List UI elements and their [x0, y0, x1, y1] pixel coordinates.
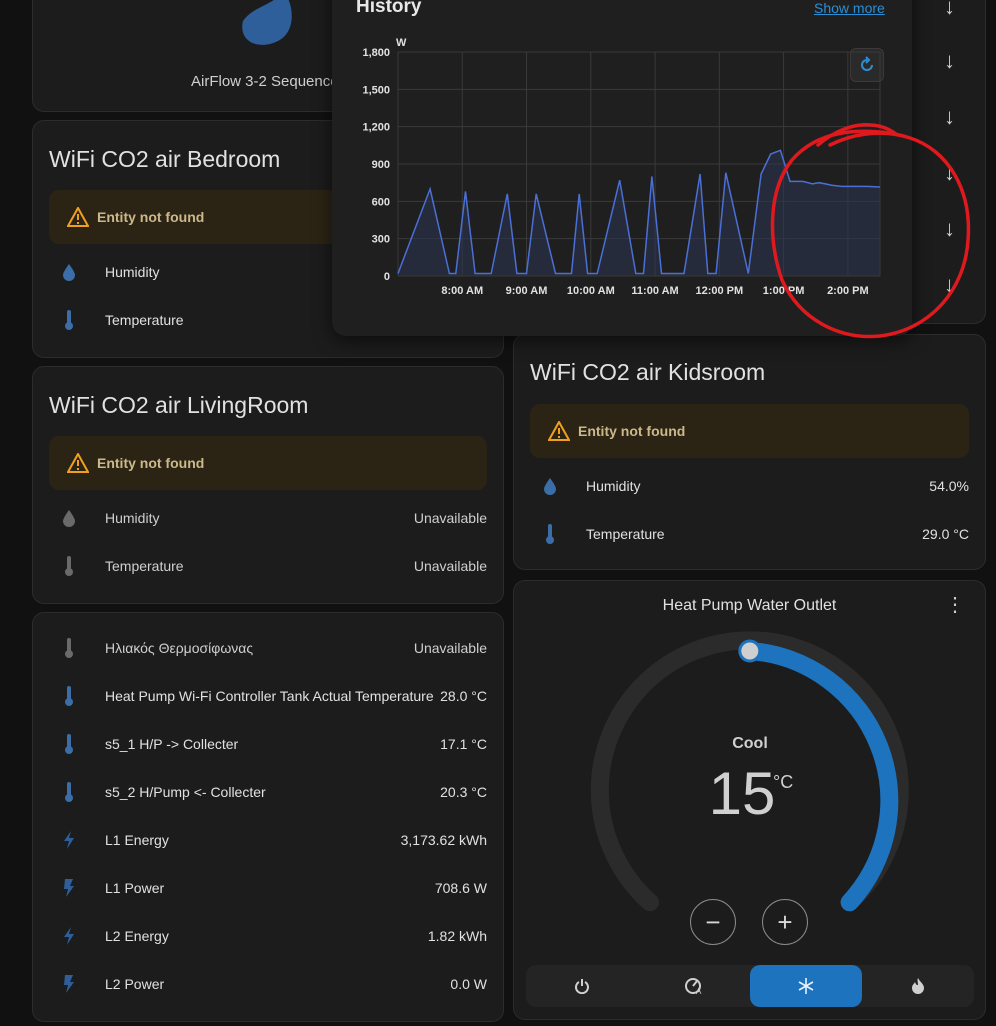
kidsroom-title: WiFi CO2 air Kidsroom	[530, 359, 766, 385]
x-tick-label: 9:00 AM	[506, 285, 548, 297]
entity-row[interactable]: Temperature 29.0 °C	[530, 510, 969, 558]
entity-value: 20.3 °C	[440, 784, 487, 800]
thermometer-icon	[65, 734, 73, 754]
entity-row[interactable]: s5_2 H/Pump <- Collecter 20.3 °C	[49, 768, 487, 816]
lightning-icon	[64, 831, 74, 849]
mode-cool-button[interactable]	[750, 965, 862, 1007]
entity-value: 1.82 kWh	[427, 928, 487, 944]
entity-value: Unavailable	[413, 510, 487, 526]
entity-name: L1 Power	[105, 880, 165, 896]
entity-row[interactable]: L1 Energy 3,173.62 kWh	[49, 816, 487, 864]
y-tick-label: 0	[384, 271, 390, 283]
x-tick-label: 8:00 AM	[441, 285, 483, 297]
thermostat-title: Heat Pump Water Outlet	[662, 597, 837, 614]
entity-name: L1 Energy	[105, 832, 169, 848]
entity-value: 17.1 °C	[440, 736, 487, 752]
thermometer-icon	[65, 782, 73, 802]
entity-row[interactable]: L2 Energy 1.82 kWh	[49, 912, 487, 960]
temperature-unit: °C	[773, 772, 794, 792]
entity-name: s5_2 H/Pump <- Collecter	[105, 784, 266, 800]
entity-row[interactable]: Ηλιακός Θερμοσίφωνας Unavailable	[49, 624, 487, 672]
thermometer-icon	[65, 556, 73, 576]
y-tick-label: 600	[372, 196, 390, 208]
kidsroom-warning: Entity not found	[530, 404, 969, 458]
entity-name: Ηλιακός Θερμοσίφωνας	[105, 640, 254, 656]
entity-name: Humidity	[105, 510, 160, 526]
more-options-icon[interactable]: ⋮	[945, 595, 965, 615]
flash-icon	[64, 975, 74, 993]
entity-name: s5_1 H/P -> Collecter	[105, 736, 239, 752]
auto-icon: A	[685, 978, 702, 995]
entity-name: L2 Power	[105, 976, 165, 992]
x-tick-label: 12:00 PM	[695, 285, 743, 297]
entity-value: 0.0 W	[450, 976, 487, 992]
power-icon	[575, 979, 589, 994]
y-tick-label: 900	[372, 159, 390, 171]
x-tick-label: 10:00 AM	[567, 285, 615, 297]
entity-name: Heat Pump Wi-Fi Controller Tank Actual T…	[105, 688, 434, 704]
livingroom-card: WiFi CO2 air LivingRoom Entity not found…	[32, 366, 504, 604]
x-tick-label: 1:00 PM	[763, 285, 805, 297]
entity-value: Unavailable	[413, 640, 487, 656]
y-tick-label: 1,800	[362, 47, 390, 59]
kidsroom-card: WiFi CO2 air Kidsroom Entity not found H…	[513, 334, 986, 570]
entity-row[interactable]: Heat Pump Wi-Fi Controller Tank Actual T…	[49, 672, 487, 720]
entity-value: 28.0 °C	[440, 688, 487, 704]
warning-text: Entity not found	[578, 423, 686, 439]
entity-name: Temperature	[586, 526, 665, 542]
y-tick-label: 300	[372, 234, 390, 246]
entity-row[interactable]: Temperature Unavailable	[49, 542, 487, 590]
entity-value: Unavailable	[413, 558, 487, 574]
water-percent-icon	[544, 478, 556, 495]
entity-name: L2 Energy	[105, 928, 169, 944]
y-tick-label: 1,200	[362, 122, 390, 134]
entity-value: 3,173.62 kWh	[400, 832, 487, 848]
series-area	[398, 150, 880, 276]
entity-row[interactable]: L1 Power 708.6 W	[49, 864, 487, 912]
entity-row[interactable]: s5_1 H/P -> Collecter 17.1 °C	[49, 720, 487, 768]
flash-icon	[64, 879, 74, 897]
entity-row[interactable]: Humidity 54.0%	[530, 462, 969, 510]
entity-name: Humidity	[586, 478, 641, 494]
entities-card: Ηλιακός Θερμοσίφωνας Unavailable Heat Pu…	[32, 612, 504, 1022]
fire-icon	[912, 978, 924, 994]
mode-heat-button[interactable]	[862, 965, 974, 1007]
x-tick-label: 11:00 AM	[631, 285, 678, 297]
entity-value: 29.0 °C	[922, 526, 969, 542]
thermometer-icon	[65, 686, 73, 706]
entity-value: 708.6 W	[434, 880, 487, 896]
alert-icon	[67, 453, 89, 473]
svg-text:A: A	[696, 987, 702, 995]
x-tick-label: 2:00 PM	[827, 285, 869, 297]
snowflake-icon	[798, 978, 814, 994]
livingroom-warning: Entity not found	[49, 436, 487, 490]
entity-value: 54.0%	[929, 478, 969, 494]
entity-name: Temperature	[105, 558, 184, 574]
decrease-button[interactable]: −	[690, 899, 736, 945]
y-tick-label: 1,500	[362, 84, 390, 96]
hvac-mode-label: Cool	[732, 735, 768, 752]
increase-button[interactable]: +	[762, 899, 808, 945]
mode-auto-button[interactable]: A	[638, 965, 750, 1007]
lightning-icon	[64, 927, 74, 945]
warning-text: Entity not found	[97, 455, 205, 471]
entity-row[interactable]: Humidity Unavailable	[49, 494, 487, 542]
thermometer-icon	[65, 638, 73, 658]
livingroom-title: WiFi CO2 air LivingRoom	[49, 392, 309, 418]
history-chart: 0 300 600 900 1,200 1,500 1,800 8:00 AM 9:00 AM 1…	[362, 47, 881, 297]
alert-icon	[548, 421, 570, 441]
thermometer-icon	[546, 524, 554, 544]
mode-off-button[interactable]	[526, 965, 638, 1007]
entity-row[interactable]: L2 Power 0.0 W	[49, 960, 487, 1008]
water-percent-icon	[63, 510, 75, 527]
